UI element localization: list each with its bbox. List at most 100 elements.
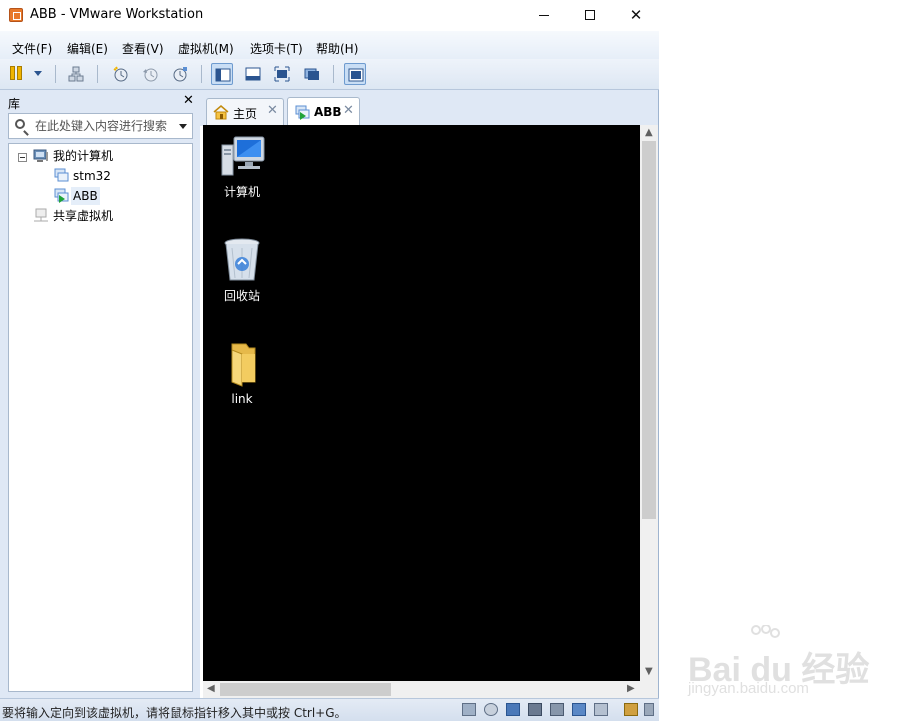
- thumbnail-bar-button[interactable]: [242, 63, 264, 85]
- menu-file[interactable]: 文件(F): [12, 40, 52, 57]
- desktop-icon-label: 回收站: [223, 289, 260, 303]
- tab-close-icon[interactable]: ✕: [267, 103, 278, 118]
- network-adapter-icon[interactable]: [506, 703, 520, 716]
- my-computer-icon: [33, 149, 48, 162]
- vm-icon: [54, 168, 69, 182]
- scroll-up-arrow-icon[interactable]: ▲: [645, 127, 653, 138]
- vmware-window: ABB - VMware Workstation ✕ 文件(F) 编辑(E) 查…: [0, 0, 659, 721]
- library-tree: 我的计算机 stm32 ABB 共享虚拟机: [8, 143, 193, 692]
- network-icon: [68, 66, 84, 82]
- menu-bar: 文件(F) 编辑(E) 查看(V) 虚拟机(M) 选项卡(T) 帮助(H): [0, 31, 659, 59]
- menu-vm[interactable]: 虚拟机(M): [178, 40, 234, 57]
- full-screen-button[interactable]: [271, 63, 293, 85]
- minimize-icon: [539, 15, 549, 16]
- close-button[interactable]: ✕: [613, 0, 659, 31]
- send-ctrl-alt-del-button[interactable]: [65, 63, 87, 85]
- recycle-bin-icon: [224, 238, 260, 281]
- search-icon: [15, 119, 25, 129]
- cd-dvd-icon[interactable]: [484, 703, 498, 716]
- vm-running-icon: [295, 105, 310, 120]
- library-title: 库: [8, 97, 21, 111]
- power-dropdown-icon[interactable]: [34, 71, 42, 76]
- folder-icon: [231, 343, 256, 387]
- show-library-button[interactable]: [211, 63, 233, 85]
- vertical-scroll-thumb[interactable]: [642, 141, 656, 519]
- resize-grip-icon[interactable]: [644, 703, 654, 716]
- toolbar-separator: [201, 65, 202, 83]
- message-log-icon[interactable]: [624, 703, 638, 716]
- close-icon: ✕: [629, 6, 643, 24]
- power-pause-button[interactable]: [8, 63, 30, 85]
- status-message: 要将输入定向到该虚拟机，请将鼠标指针移入其中或按 Ctrl+G。: [2, 706, 347, 720]
- console-view-button[interactable]: [344, 63, 366, 85]
- maximize-button[interactable]: [567, 0, 613, 31]
- sound-card-icon[interactable]: [550, 703, 564, 716]
- collapse-expander-icon[interactable]: [18, 153, 27, 162]
- tab-strip: 主页 ✕ ABB ✕: [200, 90, 658, 126]
- desktop-icon-computer[interactable]: 计算机: [215, 135, 269, 199]
- tab-home[interactable]: 主页 ✕: [206, 98, 284, 125]
- menu-help[interactable]: 帮助(H): [316, 40, 358, 57]
- tree-item-abb[interactable]: ABB: [71, 187, 100, 205]
- library-view-icon: [215, 68, 231, 82]
- menu-edit[interactable]: 编辑(E): [67, 40, 108, 57]
- tab-close-icon[interactable]: ✕: [343, 103, 354, 118]
- toolbar-separator: [97, 65, 98, 83]
- status-bar: 要将输入定向到该虚拟机，请将鼠标指针移入其中或按 Ctrl+G。: [0, 698, 659, 721]
- menu-tabs[interactable]: 选项卡(T): [250, 40, 303, 57]
- tab-abb[interactable]: ABB ✕: [287, 97, 360, 126]
- toolbar-separator: [333, 65, 334, 83]
- tree-item-shared-vms[interactable]: 共享虚拟机: [53, 207, 113, 225]
- horizontal-scrollbar[interactable]: ◀ ▶: [203, 681, 640, 698]
- tab-home-label: 主页: [233, 107, 258, 121]
- vm-running-icon: [54, 188, 69, 203]
- toolbar: [0, 59, 659, 90]
- snapshot-icon: [113, 66, 128, 82]
- hard-disk-icon[interactable]: [462, 703, 476, 716]
- baidu-watermark-url: jingyan.baidu.com: [688, 680, 809, 697]
- desktop-icon-link[interactable]: link: [215, 340, 269, 406]
- snapshot-manager-button[interactable]: [169, 63, 191, 85]
- search-input[interactable]: [35, 117, 175, 135]
- scroll-left-arrow-icon[interactable]: ◀: [207, 683, 215, 694]
- scroll-corner: [640, 681, 658, 698]
- vmware-app-icon: [9, 8, 23, 22]
- unity-button[interactable]: [301, 63, 323, 85]
- horizontal-scroll-thumb[interactable]: [220, 683, 391, 696]
- home-icon: [213, 105, 229, 120]
- search-dropdown-icon[interactable]: [179, 124, 187, 129]
- thumbnail-icon: [245, 67, 261, 81]
- tab-abb-label: ABB: [314, 105, 342, 119]
- display-icon[interactable]: [594, 703, 608, 716]
- take-snapshot-button[interactable]: [109, 63, 131, 85]
- usb-icon[interactable]: [528, 703, 542, 716]
- tree-item-stm32[interactable]: stm32: [73, 167, 111, 185]
- window-title: ABB - VMware Workstation: [30, 7, 204, 22]
- unity-icon: [304, 68, 319, 80]
- library-close-icon[interactable]: ✕: [183, 93, 194, 108]
- desktop-icon-recycle-bin[interactable]: 回收站: [215, 236, 269, 303]
- title-bar: ABB - VMware Workstation ✕: [0, 0, 659, 31]
- computer-icon: [221, 136, 265, 176]
- desktop-icon-label: link: [231, 392, 253, 406]
- desktop-icon-label: 计算机: [223, 185, 260, 199]
- printer-icon[interactable]: [572, 703, 586, 716]
- scroll-down-arrow-icon[interactable]: ▼: [645, 666, 653, 677]
- library-search[interactable]: [8, 113, 193, 139]
- vm-console-screen[interactable]: 计算机 回收站 link: [203, 125, 640, 681]
- tree-item-my-computer[interactable]: 我的计算机: [53, 147, 113, 165]
- toolbar-separator: [55, 65, 56, 83]
- minimize-button[interactable]: [521, 0, 567, 31]
- menu-view[interactable]: 查看(V): [122, 40, 164, 57]
- scroll-right-arrow-icon[interactable]: ▶: [627, 683, 635, 694]
- revert-icon: [143, 68, 158, 82]
- shared-vms-icon: [34, 208, 48, 222]
- console-view-icon: [348, 68, 364, 82]
- revert-snapshot-button[interactable]: [139, 63, 161, 85]
- snapshot-manager-icon: [173, 67, 187, 82]
- vertical-scrollbar[interactable]: ▲ ▼: [640, 125, 658, 681]
- library-panel: 库 ✕ 我的计算机 stm32 ABB 共享虚拟机: [0, 90, 200, 698]
- fullscreen-icon: [274, 66, 290, 82]
- pause-icon: [10, 66, 24, 80]
- maximize-icon: [585, 10, 595, 20]
